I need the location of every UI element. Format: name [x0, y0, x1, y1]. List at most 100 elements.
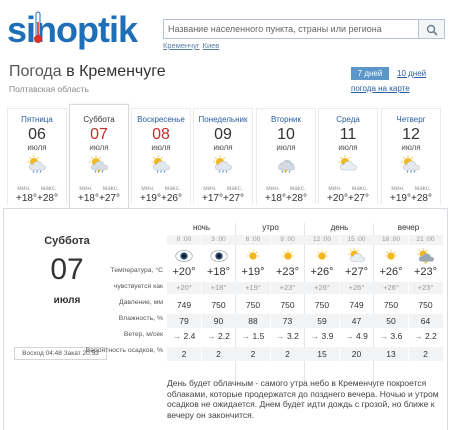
max-temp: +27° — [348, 193, 369, 204]
wind-direction-icon: → — [414, 331, 426, 341]
pressure-value: 750 — [245, 300, 261, 310]
day-tab[interactable]: Среда 11 июля мин. макс. +20°+27° — [318, 108, 378, 204]
humidity-value: 73 — [270, 314, 305, 328]
recent-city-link[interactable]: Киев — [203, 41, 220, 50]
max-label: макс. — [164, 185, 181, 192]
clear-night-icon — [209, 250, 228, 262]
min-label: мин. — [203, 185, 217, 192]
hour-weather-icon — [236, 247, 270, 265]
period-10-days-link[interactable]: 10 дней — [397, 67, 426, 80]
partly-cloudy-rain-icon — [151, 155, 170, 173]
hour-label: 0 :00 — [167, 235, 201, 245]
day-tab[interactable]: Воскресенье 08 июля мин. макс. +19°+26° — [131, 108, 191, 204]
temperature-value: +26° — [379, 266, 403, 278]
min-max-labels: мин. макс. — [70, 185, 128, 192]
pressure-value: 750 — [314, 300, 330, 310]
hour-weather-icon — [202, 247, 236, 265]
wind-direction-icon: → — [345, 331, 357, 341]
humidity-value: 47 — [339, 314, 374, 328]
precipitation-value: 15 — [305, 347, 339, 361]
partly-cloudy-rain-icon — [401, 155, 420, 173]
min-max-labels: мин. макс. — [194, 185, 252, 192]
humidity-value: 79 — [167, 314, 201, 328]
wind-speed: 3.2 — [287, 331, 299, 341]
detail-day-name: Суббота — [44, 235, 90, 247]
hour-label: 21 :00 — [408, 235, 443, 245]
day-month: июля — [89, 143, 109, 152]
sinoptik-logo[interactable]: sinoptik — [7, 8, 157, 50]
humidity-value: 50 — [374, 314, 408, 328]
min-temp: +17° — [202, 193, 223, 204]
day-name: Вторник — [271, 115, 301, 124]
day-tab[interactable]: Пятница 06 июля мин. макс. +18°+28° — [7, 108, 67, 204]
hour-weather-icon — [409, 247, 443, 265]
day-number: 08 — [152, 126, 170, 143]
pressure-value: 750 — [211, 300, 226, 310]
feels-like-value: +26° — [374, 282, 408, 294]
wind-value: → 3.6 — [374, 329, 408, 343]
hour-label: 6 :00 — [236, 235, 270, 245]
max-temp: +28° — [411, 193, 432, 204]
min-label: мин. — [141, 185, 155, 192]
precipitation-label: Вероятность осадков, % — [85, 347, 163, 354]
hour-weather-icon — [340, 247, 374, 265]
day-name: Пятница — [21, 115, 53, 124]
weather-map-link[interactable]: погода на карте — [351, 84, 410, 93]
feels-like-value: +23° — [408, 282, 443, 294]
day-tab[interactable]: Четверг 12 июля мин. макс. +19°+28° — [381, 108, 441, 204]
max-label: макс. — [40, 185, 57, 192]
day-tab[interactable]: Вторник 10 июля мин. макс. +18°+28° — [256, 108, 316, 204]
period-7-days-tab[interactable]: 7 дней — [351, 67, 389, 80]
precipitation-value: 13 — [374, 347, 408, 361]
wind-direction-icon: → — [276, 331, 288, 341]
wind-value: → 2.2 — [202, 329, 236, 343]
wind-speed: 2.2 — [218, 331, 230, 341]
wind-value: → 3.9 — [305, 329, 339, 343]
wind-direction-icon: → — [310, 331, 322, 341]
min-max-temps: +19°+28° — [382, 193, 440, 204]
day-month: июля — [27, 143, 47, 152]
wind-direction-icon: → — [172, 331, 184, 341]
humidity-value: 90 — [201, 314, 236, 328]
thunder-icon — [416, 248, 434, 265]
pressure-value: 749 — [349, 300, 364, 310]
hour-label: 12 :00 — [305, 235, 339, 245]
period-heading: ночь — [192, 223, 211, 232]
humidity-label: Влажность, % — [118, 315, 163, 322]
precipitation-value: 2 — [270, 347, 305, 361]
title-city: в Кременчуге — [66, 63, 166, 80]
period-heading: день — [330, 223, 349, 232]
wind-value: → 2.2 — [409, 329, 443, 343]
min-max-labels: мин. макс. — [8, 185, 66, 192]
hour-label: 9 :00 — [270, 235, 305, 245]
sun-icon — [281, 250, 294, 260]
hour-weather-icon — [167, 247, 201, 265]
partly-cloudy-rain-icon — [27, 155, 46, 173]
feels-like-label: чувствуется как — [113, 283, 163, 290]
recent-city-link[interactable]: Кременчуг — [163, 41, 200, 50]
precipitation-value: 2 — [201, 347, 236, 361]
max-temp: +27° — [99, 193, 120, 204]
min-temp: +18° — [78, 193, 99, 204]
pressure-value: 750 — [383, 300, 399, 310]
feels-like-value: +18° — [201, 282, 236, 294]
search-button[interactable] — [419, 19, 445, 39]
clear-night-icon — [175, 250, 193, 262]
day-number: 12 — [402, 126, 420, 143]
day-month: июля — [338, 143, 358, 152]
search-bar — [163, 19, 445, 39]
day-tab[interactable]: Понедельник 09 июля мин. макс. +17°+27° — [193, 108, 253, 204]
wind-value: → 2.4 — [167, 329, 201, 343]
humidity-value: 59 — [305, 314, 339, 328]
min-label: мин. — [391, 185, 405, 192]
wind-direction-icon: → — [207, 331, 219, 341]
recent-searches: Кременчуг Киев — [163, 41, 222, 50]
min-max-labels: мин. макс. — [382, 185, 440, 192]
min-max-temps: +19°+26° — [132, 193, 190, 204]
search-input[interactable] — [163, 19, 419, 39]
thermometer-icon — [34, 11, 42, 43]
sun-icon — [316, 250, 328, 260]
pressure-value: 750 — [418, 300, 433, 310]
day-number: 06 — [28, 126, 46, 143]
day-tab[interactable]: Суббота 07 июля мин. макс. +18°+27° — [69, 104, 129, 208]
